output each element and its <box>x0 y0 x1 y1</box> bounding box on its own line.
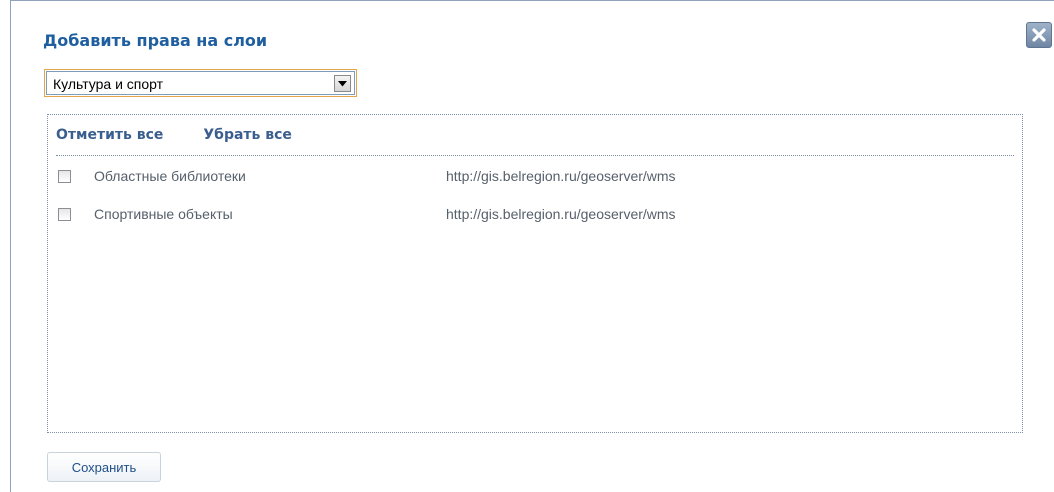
layer-url: http://gis.belregion.ru/geoserver/wms <box>446 168 676 184</box>
layer-name: Спортивные объекты <box>94 206 233 222</box>
category-select-value: Культура и спорт <box>53 76 164 92</box>
close-icon <box>1032 28 1046 42</box>
layer-url: http://gis.belregion.ru/geoserver/wms <box>446 206 676 222</box>
layer-name: Областные библиотеки <box>94 168 246 184</box>
layer-row: Спортивные объекты http://gis.belregion.… <box>56 206 996 228</box>
chevron-down-icon <box>338 80 347 86</box>
panel-actions: Отметить все Убрать все <box>56 127 292 143</box>
category-select[interactable]: Культура и спорт <box>44 69 357 97</box>
layer-checkbox[interactable] <box>58 208 71 221</box>
layer-row: Областные библиотеки http://gis.belregio… <box>56 168 996 190</box>
dialog-title: Добавить права на слои <box>43 31 268 50</box>
layers-panel: Отметить все Убрать все Областные библиот… <box>47 114 1023 433</box>
clear-all-link[interactable]: Убрать все <box>203 127 292 143</box>
save-button[interactable]: Сохранить <box>47 452 161 482</box>
select-all-link[interactable]: Отметить все <box>56 127 163 143</box>
panel-divider <box>56 155 1014 156</box>
category-select-box[interactable]: Культура и спорт <box>46 71 355 95</box>
close-button[interactable] <box>1026 22 1052 48</box>
layer-checkbox[interactable] <box>58 170 71 183</box>
dropdown-arrow-button[interactable] <box>334 75 351 92</box>
